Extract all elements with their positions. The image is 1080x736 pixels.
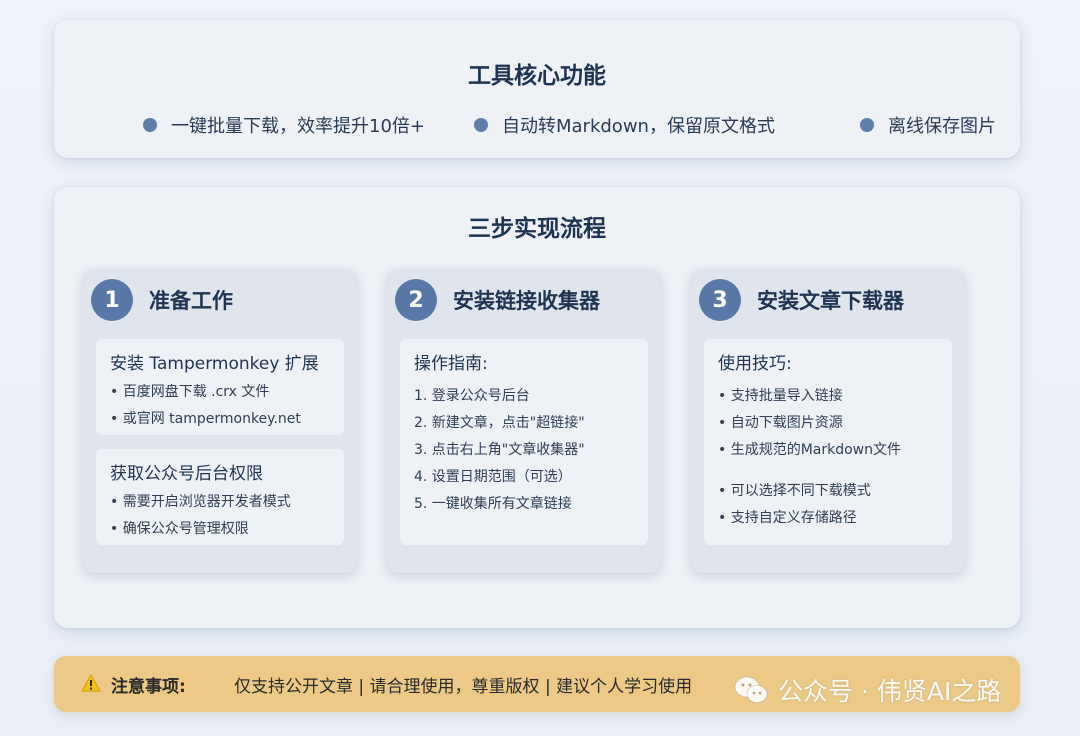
list-item: 4. 设置日期范围（可选） — [414, 469, 572, 485]
feature-label: 一键批量下载，效率提升10倍+ — [171, 116, 425, 137]
list-item: • 生成规范的Markdown文件 — [718, 442, 902, 458]
list-item: • 需要开启浏览器开发者模式 — [110, 494, 291, 510]
list-item: • 支持自定义存储路径 — [718, 510, 857, 526]
step-card-3: 3 安装文章下载器 使用技巧: • 支持批量导入链接 • 自动下载图片资源 • … — [691, 269, 965, 573]
feature-label: 自动转Markdown，保留原文格式 — [502, 116, 775, 137]
info-box-title: 操作指南: — [414, 354, 488, 374]
info-box-permissions: 获取公众号后台权限 • 需要开启浏览器开发者模式 • 确保公众号管理权限 — [96, 449, 344, 545]
info-box-guide: 操作指南: 1. 登录公众号后台 2. 新建文章，点击"超链接" 3. 点击右上… — [400, 339, 648, 545]
list-item: • 确保公众号管理权限 — [110, 521, 249, 537]
info-box-title: 安装 Tampermonkey 扩展 — [110, 354, 319, 374]
core-features-title: 工具核心功能 — [468, 63, 606, 89]
list-item: 2. 新建文章，点击"超链接" — [414, 415, 585, 431]
info-box-tips: 使用技巧: • 支持批量导入链接 • 自动下载图片资源 • 生成规范的Markd… — [704, 339, 952, 545]
flow-title: 三步实现流程 — [468, 216, 606, 242]
step-title: 安装链接收集器 — [453, 289, 600, 313]
wechat-icon — [734, 676, 768, 703]
list-item: • 百度网盘下载 .crx 文件 — [110, 384, 270, 400]
step-number-badge: 3 — [699, 279, 741, 321]
list-item: • 支持批量导入链接 — [718, 388, 843, 404]
watermark-text: 公众号 · 伟贤AI之路 — [778, 677, 1002, 706]
feature-item-offline-images: 离线保存图片 — [860, 112, 996, 138]
info-list: • 支持批量导入链接 • 自动下载图片资源 • 生成规范的Markdown文件 … — [718, 383, 946, 532]
step-card-1: 1 准备工作 安装 Tampermonkey 扩展 • 百度网盘下载 .crx … — [83, 269, 357, 573]
watermark: 公众号 · 伟贤AI之路 — [734, 672, 1001, 708]
step-number-badge: 1 — [91, 279, 133, 321]
list-item: • 或官网 tampermonkey.net — [110, 411, 301, 427]
step-header: 2 安装链接收集器 — [395, 279, 600, 321]
info-list: 1. 登录公众号后台 2. 新建文章，点击"超链接" 3. 点击右上角"文章收集… — [414, 383, 642, 518]
step-card-2: 2 安装链接收集器 操作指南: 1. 登录公众号后台 2. 新建文章，点击"超链… — [387, 269, 661, 573]
list-item: • 可以选择不同下载模式 — [718, 483, 871, 499]
feature-label: 离线保存图片 — [888, 116, 996, 137]
warning-icon — [81, 674, 101, 692]
list-item: • 自动下载图片资源 — [718, 415, 843, 431]
list-item: 1. 登录公众号后台 — [414, 388, 530, 404]
core-features-card: 工具核心功能 一键批量下载，效率提升10倍+ 自动转Markdown，保留原文格… — [54, 20, 1020, 158]
step-header: 3 安装文章下载器 — [699, 279, 904, 321]
info-box-title: 获取公众号后台权限 — [110, 464, 263, 484]
step-title: 安装文章下载器 — [757, 289, 904, 313]
list-item: 5. 一键收集所有文章链接 — [414, 496, 572, 512]
info-box-title: 使用技巧: — [718, 354, 792, 374]
info-list: • 需要开启浏览器开发者模式 • 确保公众号管理权限 — [110, 489, 338, 543]
dot-icon — [143, 118, 157, 132]
dot-icon — [474, 118, 488, 132]
feature-item-markdown: 自动转Markdown，保留原文格式 — [474, 112, 775, 138]
step-number-badge: 2 — [395, 279, 437, 321]
notice-label: 注意事项: — [111, 677, 186, 697]
feature-item-batch-download: 一键批量下载，效率提升10倍+ — [143, 112, 425, 138]
step-title: 准备工作 — [149, 289, 233, 313]
flow-card: 三步实现流程 1 准备工作 安装 Tampermonkey 扩展 • 百度网盘下… — [54, 187, 1020, 628]
step-header: 1 准备工作 — [91, 279, 233, 321]
info-box-tampermonkey: 安装 Tampermonkey 扩展 • 百度网盘下载 .crx 文件 • 或官… — [96, 339, 344, 435]
info-list: • 百度网盘下载 .crx 文件 • 或官网 tampermonkey.net — [110, 379, 338, 433]
notice-text: 仅支持公开文章 | 请合理使用，尊重版权 | 建议个人学习使用 — [234, 677, 693, 697]
dot-icon — [860, 118, 874, 132]
list-item: 3. 点击右上角"文章收集器" — [414, 442, 585, 458]
